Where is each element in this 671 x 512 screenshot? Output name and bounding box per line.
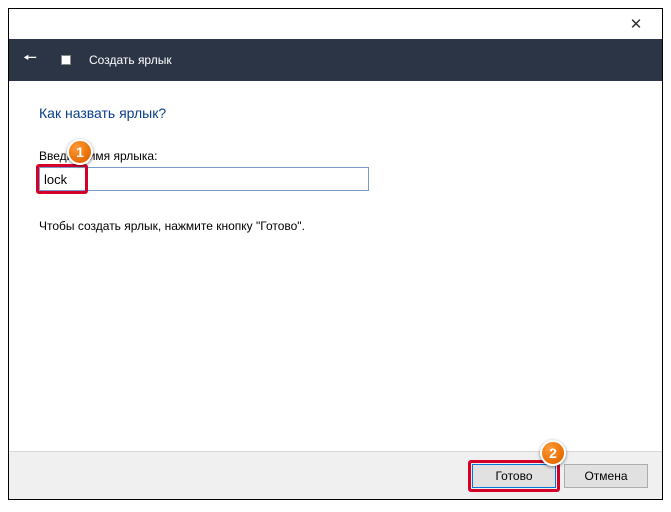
nav-title: Создать ярлык xyxy=(89,53,172,67)
finish-button[interactable]: Готово xyxy=(472,464,556,488)
shortcut-name-input[interactable] xyxy=(39,167,369,191)
help-text: Чтобы создать ярлык, нажмите кнопку "Гот… xyxy=(39,219,632,233)
finish-button-wrap: Готово 2 xyxy=(472,464,556,488)
name-field-label: Введите имя ярлыка: xyxy=(39,149,632,163)
cancel-button[interactable]: Отмена xyxy=(564,464,648,488)
footer-bar: Готово 2 Отмена xyxy=(9,451,662,499)
content-area: Как назвать ярлык? Введите имя ярлыка: 1… xyxy=(9,81,662,451)
shortcut-icon xyxy=(61,55,71,65)
back-arrow-icon[interactable]: 🠔 xyxy=(23,47,43,74)
nav-header: 🠔 Создать ярлык xyxy=(9,39,662,81)
close-icon[interactable]: ✕ xyxy=(616,10,656,38)
title-bar: ✕ xyxy=(9,9,662,39)
page-heading: Как назвать ярлык? xyxy=(39,105,632,121)
wizard-window: ✕ 🠔 Создать ярлык Как назвать ярлык? Вве… xyxy=(8,8,663,500)
name-input-wrap: 1 xyxy=(39,167,369,191)
